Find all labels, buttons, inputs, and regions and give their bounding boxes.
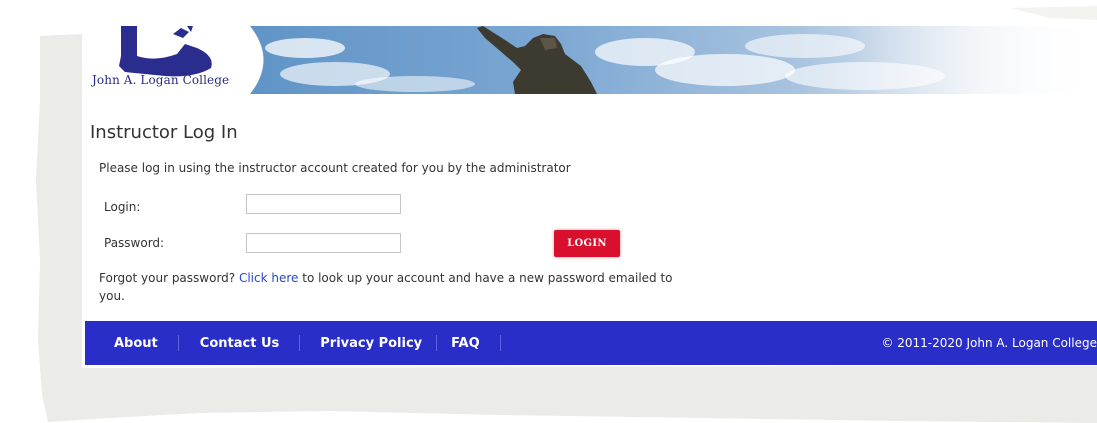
login-input[interactable] <box>246 194 401 214</box>
college-logo-text: John A. Logan College <box>92 73 230 87</box>
login-page: John A. Logan College Instructor Log In … <box>85 26 1097 365</box>
forgot-password-text: Forgot your password? Click here to look… <box>99 269 689 305</box>
footer-link-about[interactable]: About <box>114 336 158 351</box>
footer-separator <box>436 335 438 351</box>
footer-link-contact[interactable]: Contact Us <box>200 336 279 351</box>
footer-separator <box>177 335 179 351</box>
login-label: Login: <box>104 200 141 214</box>
login-instructions: Please log in using the instructor accou… <box>99 161 571 175</box>
page-title: Instructor Log In <box>90 122 238 143</box>
forgot-prefix: Forgot your password? <box>99 271 239 285</box>
copyright-text: © 2011-2020 John A. Logan College <box>881 336 1097 350</box>
footer-bar: About Contact Us Privacy Policy FAQ © 20… <box>85 321 1097 365</box>
password-label: Password: <box>104 236 165 250</box>
footer-link-faq[interactable]: FAQ <box>451 336 480 351</box>
footer-separator <box>299 335 301 351</box>
forgot-password-link[interactable]: Click here <box>239 271 298 285</box>
footer-link-privacy[interactable]: Privacy Policy <box>320 336 422 351</box>
password-input[interactable] <box>246 233 401 253</box>
footer-separator <box>499 335 501 351</box>
header-banner: John A. Logan College <box>85 26 1097 94</box>
login-button[interactable]: LOGIN <box>554 230 620 257</box>
footer-nav: About Contact Us Privacy Policy FAQ <box>85 321 501 365</box>
